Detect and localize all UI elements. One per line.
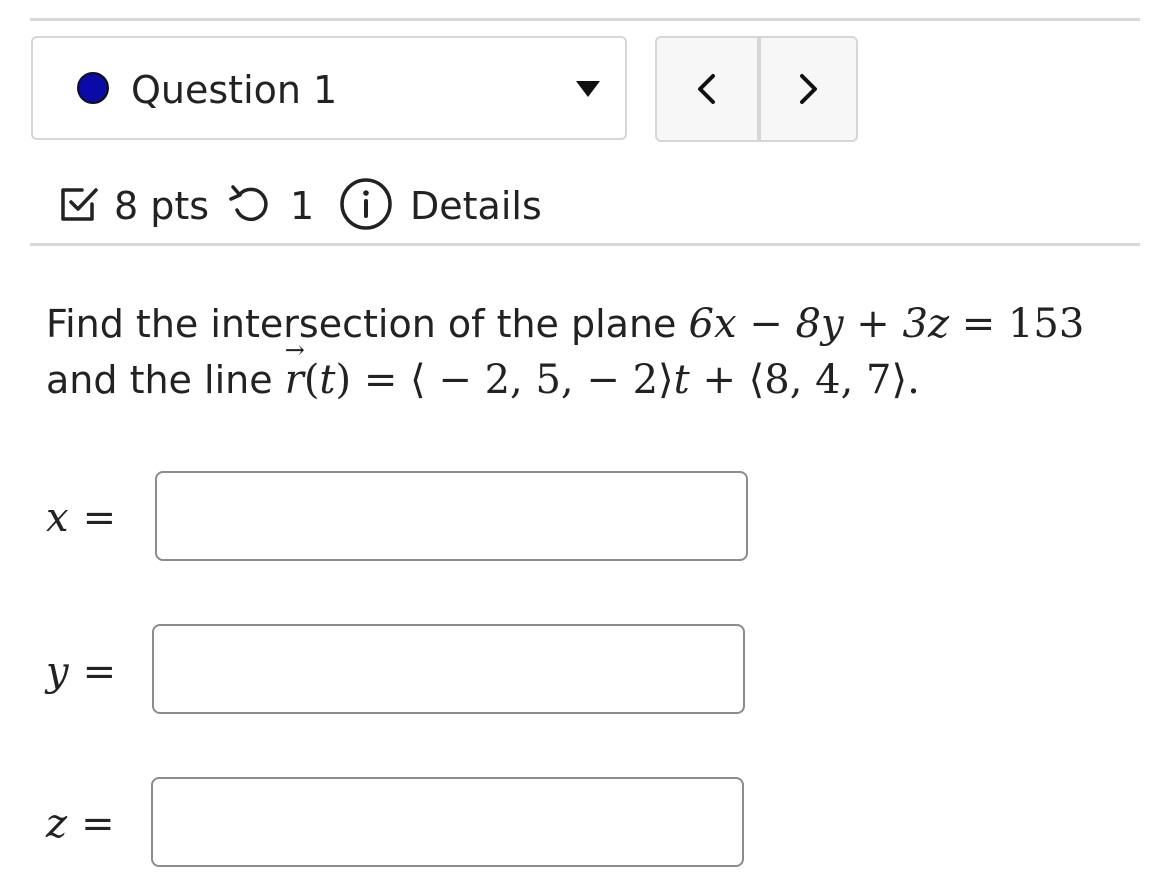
next-question-button[interactable] [758, 38, 856, 140]
problem-line-1: Find the intersection of the plane 6x − … [46, 296, 1146, 352]
problem-statement: Find the intersection of the plane 6x − … [46, 296, 1146, 408]
problem-text-1: Find the intersection of the plane [46, 302, 677, 346]
question-status-dot [77, 72, 109, 104]
top-divider [30, 18, 1140, 21]
details-link[interactable]: Details [410, 176, 542, 236]
y-label: y = [46, 649, 117, 695]
caret-down-icon [576, 81, 600, 97]
attempts-value: 1 [290, 184, 315, 228]
plane-equation: 6x − 8y + 3z = 153 [688, 301, 1085, 347]
line-equation: r → (t) = ⟨ − 2, 5, − 2⟩t + ⟨8, 4, 7⟩. [284, 336, 920, 403]
x-label: x = [46, 495, 117, 541]
problem-text-2: and the line [46, 358, 273, 402]
question-selector[interactable]: Question 1 [31, 36, 627, 140]
checkbox-icon [61, 188, 98, 221]
question-label: Question 1 [131, 68, 338, 112]
problem-line-2: and the line r → (t) = ⟨ − 2, 5, − 2⟩t + ⟨… [46, 336, 1146, 408]
retry-icon [229, 185, 268, 221]
z-label: z = [46, 801, 115, 847]
section-divider [30, 243, 1140, 246]
chevron-left-icon [698, 74, 715, 104]
y-answer-input[interactable] [152, 624, 745, 714]
info-icon[interactable] [338, 176, 394, 232]
chevron-right-icon [800, 74, 817, 104]
points-value: 8 pts [114, 184, 210, 228]
x-answer-input[interactable] [155, 471, 748, 561]
previous-question-button[interactable] [657, 38, 761, 140]
question-nav [655, 36, 858, 142]
z-answer-input[interactable] [151, 777, 744, 867]
